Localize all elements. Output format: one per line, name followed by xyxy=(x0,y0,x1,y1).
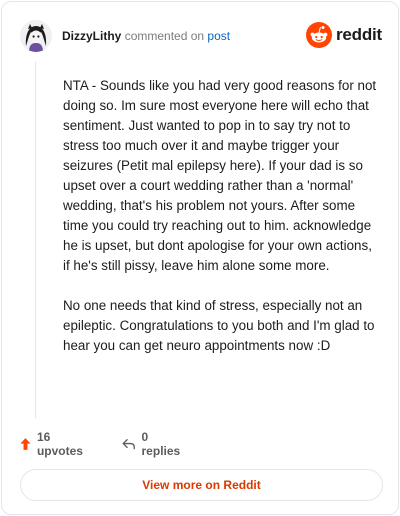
embedded-comment-card: DizzyLithy commented on post reddit NTA … xyxy=(1,1,399,515)
commented-on-text: commented on xyxy=(124,29,205,43)
avatar-icon xyxy=(20,20,52,52)
reply-count: 0 replies xyxy=(141,430,181,458)
reply-arrow-icon xyxy=(122,439,135,450)
upvote-count: 16 upvotes xyxy=(36,430,83,458)
reddit-snoo-icon xyxy=(306,22,332,48)
view-more-button[interactable]: View more on Reddit xyxy=(20,469,383,501)
username[interactable]: DizzyLithy xyxy=(62,29,121,43)
reddit-logo[interactable]: reddit xyxy=(306,22,382,50)
comment-paragraph-2: No one needs that kind of stress, especi… xyxy=(63,298,375,353)
upvote-arrow-icon xyxy=(20,438,31,450)
thread-line xyxy=(35,62,36,418)
upvote-action[interactable]: 16 upvotes xyxy=(20,430,86,458)
user-avatar[interactable] xyxy=(20,20,52,52)
comment-header: DizzyLithy commented on post reddit xyxy=(20,20,382,52)
post-link[interactable]: post xyxy=(207,29,230,43)
comment-paragraph-1: NTA - Sounds like you had very good reas… xyxy=(63,78,377,273)
reply-action[interactable]: 0 replies xyxy=(122,430,183,458)
comment-meta: DizzyLithy commented on post xyxy=(62,28,230,44)
reddit-wordmark: reddit xyxy=(336,25,383,44)
comment-body: NTA - Sounds like you had very good reas… xyxy=(63,76,381,376)
